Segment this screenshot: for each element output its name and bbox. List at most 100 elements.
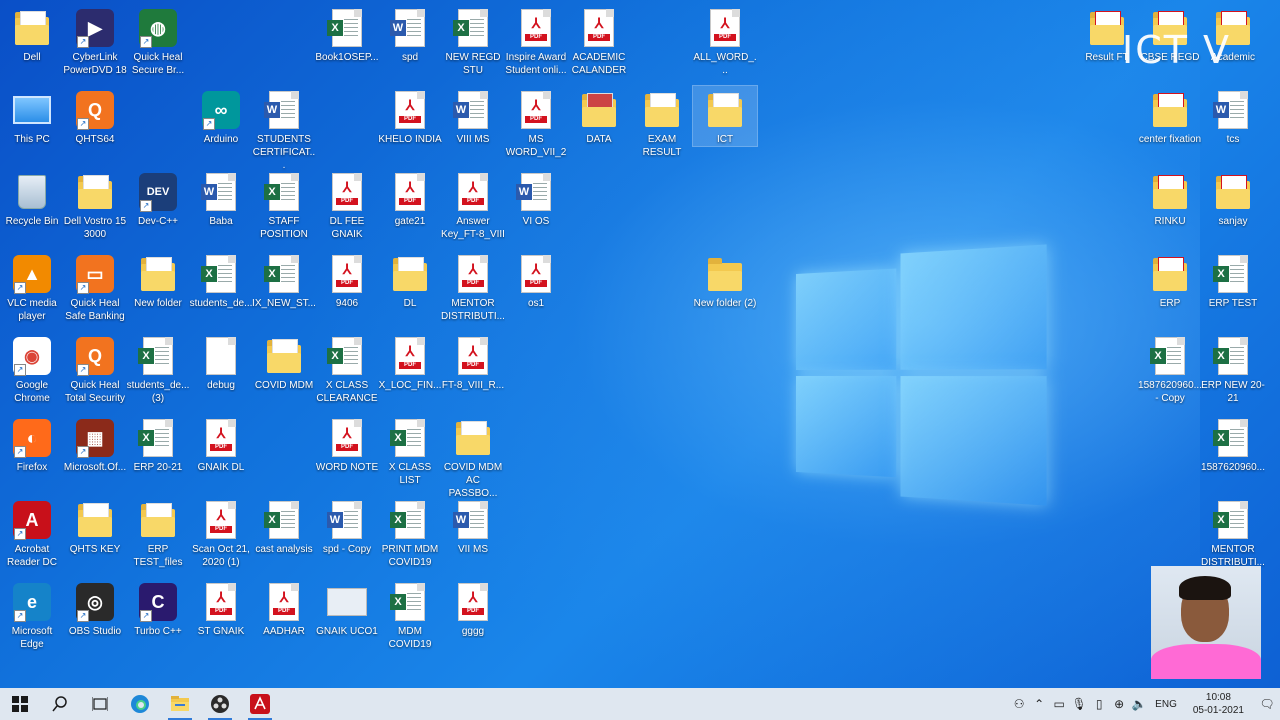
start-button[interactable] bbox=[0, 688, 40, 720]
acrobat-taskbar-button[interactable] bbox=[240, 688, 280, 720]
desktop-icon-inspire[interactable]: ⅄ PDF Inspire Award Student onli... bbox=[504, 4, 568, 77]
desktop-icon-qh-total[interactable]: Q ↗ Quick Heal Total Security bbox=[63, 332, 127, 405]
desktop-icon-ms-office[interactable]: ▦ ↗ Microsoft.Of... bbox=[63, 414, 127, 474]
desktop-icon-erp-2021[interactable]: X ERP 20-21 bbox=[126, 414, 190, 474]
network-icon[interactable]: ⊕ bbox=[1109, 688, 1129, 720]
file-explorer-taskbar-button[interactable] bbox=[160, 688, 200, 720]
search-button[interactable] bbox=[40, 688, 80, 720]
desktop-icon-word-note[interactable]: ⅄ PDF WORD NOTE bbox=[315, 414, 379, 474]
desktop-icon-cyberlink[interactable]: ▶ ↗ CyberLink PowerDVD 18 bbox=[63, 4, 127, 77]
desktop-icon-arduino[interactable]: ∞ ↗ Arduino bbox=[189, 86, 253, 146]
desktop-icon-9406[interactable]: ⅄ PDF 9406 bbox=[315, 250, 379, 310]
desktop-icon-students-de3[interactable]: Xstudents_de... (3) bbox=[126, 332, 190, 405]
pdf-file-icon: ⅄ PDF bbox=[521, 91, 551, 129]
desktop-icon-center-fix[interactable]: center fixation bbox=[1138, 86, 1202, 146]
desktop-icon-exam-result[interactable]: EXAM RESULT bbox=[630, 86, 694, 159]
desktop-icon-tcs[interactable]: Wtcs bbox=[1201, 86, 1265, 146]
desktop-icon-dell[interactable]: Dell bbox=[0, 4, 64, 64]
desktop-icon-gate21[interactable]: ⅄ PDF gate21 bbox=[378, 168, 442, 228]
desktop-icon-dl-fee[interactable]: ⅄ PDF DL FEE GNAIK bbox=[315, 168, 379, 241]
desktop-icon-all-word[interactable]: ⅄ PDF ALL_WORD_... bbox=[693, 4, 757, 77]
desktop-icon-erp[interactable]: ERP bbox=[1138, 250, 1202, 310]
desktop-icon-qh-safe[interactable]: ▭ ↗ Quick Heal Safe Banking bbox=[63, 250, 127, 323]
desktop-icon-quickheal-secure[interactable]: ◍ ↗ Quick Heal Secure Br... bbox=[126, 4, 190, 77]
desktop-icon-answer-key[interactable]: ⅄ PDF Answer Key_FT-8_VIII bbox=[441, 168, 505, 241]
desktop-icon-spd-copy[interactable]: Wspd - Copy bbox=[315, 496, 379, 556]
desktop-icon-gnaik-dl[interactable]: ⅄ PDF GNAIK DL bbox=[189, 414, 253, 474]
desktop-icon-qhts-key[interactable]: QHTS KEY bbox=[63, 496, 127, 556]
desktop-icon-khelo[interactable]: ⅄ PDF KHELO INDIA bbox=[378, 86, 442, 146]
desktop-icon-scan-oct[interactable]: ⅄ PDF Scan Oct 21, 2020 (1) bbox=[189, 496, 253, 569]
icon-graphic: X bbox=[1213, 500, 1253, 540]
people-icon[interactable]: ⚇ bbox=[1009, 688, 1029, 720]
desktop-icon-firefox[interactable]: ◐ ↗ Firefox bbox=[0, 414, 64, 474]
clock[interactable]: 10:08 05-01-2021 bbox=[1183, 691, 1254, 717]
desktop-icon-recycle[interactable]: Recycle Bin bbox=[0, 168, 64, 228]
desktop-icon-students-cert[interactable]: W STUDENTS CERTIFICAT... bbox=[252, 86, 316, 172]
desktop-icon-erp-test-files[interactable]: ERP TEST_files bbox=[126, 496, 190, 569]
desktop-icon-academic-cal[interactable]: ⅄ PDF ACADEMIC CALANDER bbox=[567, 4, 631, 77]
chevron-up-icon[interactable]: ⌃ bbox=[1029, 688, 1049, 720]
desktop-icon-mdm-covid[interactable]: X MDM COVID19 bbox=[378, 578, 442, 651]
desktop-icon-qhts64[interactable]: Q ↗ QHTS64 bbox=[63, 86, 127, 146]
desktop-icon-book1[interactable]: X Book1OSEP... bbox=[315, 4, 379, 64]
desktop-icon-print-mdm[interactable]: X PRINT MDM COVID19 bbox=[378, 496, 442, 569]
desktop-icon-spd[interactable]: Wspd bbox=[378, 4, 442, 64]
desktop-icon-devcpp[interactable]: DEV ↗ Dev-C++ bbox=[126, 168, 190, 228]
desktop-icon-turbo-c[interactable]: C ↗ Turbo C++ bbox=[126, 578, 190, 638]
desktop-icon-vlc[interactable]: ▲ ↗ VLC media player bbox=[0, 250, 64, 323]
desktop-icon-edge[interactable]: e ↗ Microsoft Edge bbox=[0, 578, 64, 651]
desktop-icon-vii-ms[interactable]: W VII MS bbox=[441, 496, 505, 556]
desktop-icon-new-folder-2[interactable]: New folder (2) bbox=[693, 250, 757, 310]
desktop-icon-gggg[interactable]: ⅄ PDF gggg bbox=[441, 578, 505, 638]
desktop-icon-covid-passbo[interactable]: COVID MDM AC PASSBO... bbox=[441, 414, 505, 500]
desktop-icon-vi-os[interactable]: W VI OS bbox=[504, 168, 568, 228]
desktop-icon-rinku[interactable]: RINKU bbox=[1138, 168, 1202, 228]
desktop-icon-dl[interactable]: DL bbox=[378, 250, 442, 310]
microphone-icon[interactable]: 🎙 bbox=[1069, 688, 1089, 720]
desktop-icon-staff-pos[interactable]: X STAFF POSITION bbox=[252, 168, 316, 241]
desktop-icon-baba[interactable]: W Baba bbox=[189, 168, 253, 228]
obs-taskbar-button[interactable] bbox=[200, 688, 240, 720]
desktop-icon-ix-new-st[interactable]: X IX_NEW_ST... bbox=[252, 250, 316, 310]
task-view-button[interactable] bbox=[80, 688, 120, 720]
desktop-icon-os1[interactable]: ⅄ PDF os1 bbox=[504, 250, 568, 310]
desktop-icon-num[interactable]: X 1587620960... bbox=[1201, 414, 1265, 474]
desktop-icon-ict[interactable]: ICT bbox=[693, 86, 757, 146]
desktop-icon-x-loc-fin[interactable]: ⅄ PDF X_LOC_FIN... bbox=[378, 332, 442, 392]
battery-icon[interactable]: ▯ bbox=[1089, 688, 1109, 720]
desktop-icon-obs[interactable]: ◎ ↗ OBS Studio bbox=[63, 578, 127, 638]
device-icon[interactable]: ▭ bbox=[1049, 688, 1069, 720]
desktop-icon-viii-ms[interactable]: W VIII MS bbox=[441, 86, 505, 146]
desktop-icon-mentor-dist2[interactable]: X MENTOR DISTRIBUTI... bbox=[1201, 496, 1265, 569]
desktop-icon-label: Microsoft Edge bbox=[0, 625, 64, 651]
desktop-icon-mentor-dist[interactable]: ⅄ PDF MENTOR DISTRIBUTI... bbox=[441, 250, 505, 323]
desktop-icon-erp-new[interactable]: X ERP NEW 20-21 bbox=[1201, 332, 1265, 405]
language-indicator[interactable]: ENG bbox=[1149, 699, 1183, 710]
desktop-icon-data[interactable]: DATA bbox=[567, 86, 631, 146]
desktop-icon-chrome[interactable]: ◉ ↗ Google Chrome bbox=[0, 332, 64, 405]
desktop-icon-new-folder[interactable]: New folder bbox=[126, 250, 190, 310]
icon-graphic: W bbox=[201, 172, 241, 212]
desktop-icon-dell-vostro[interactable]: Dell Vostro 15 3000 bbox=[63, 168, 127, 241]
desktop-icon-new-regd[interactable]: X NEW REGD STU bbox=[441, 4, 505, 77]
desktop-icon-x-class-clear[interactable]: X X CLASS CLEARANCE bbox=[315, 332, 379, 405]
desktop-icon-ft8-viii[interactable]: ⅄ PDF FT-8_VIII_R... bbox=[441, 332, 505, 392]
desktop-icon-students-de[interactable]: Xstudents_de... bbox=[189, 250, 253, 310]
desktop-icon-aadhar[interactable]: ⅄ PDF AADHAR bbox=[252, 578, 316, 638]
edge-taskbar-button[interactable] bbox=[120, 688, 160, 720]
desktop-icon-num-copy[interactable]: X 1587620960... - Copy bbox=[1138, 332, 1202, 405]
desktop-icon-this-pc[interactable]: This PC bbox=[0, 86, 64, 146]
desktop-icon-sanjay[interactable]: sanjay bbox=[1201, 168, 1265, 228]
desktop-icon-acrobat[interactable]: A ↗ Acrobat Reader DC bbox=[0, 496, 64, 569]
notification-icon[interactable]: 🗨 bbox=[1254, 688, 1280, 720]
desktop-icon-debug[interactable]: debug bbox=[189, 332, 253, 392]
desktop-icon-covid-mdm[interactable]: COVID MDM bbox=[252, 332, 316, 392]
desktop-icon-st-gnaik[interactable]: ⅄ PDF ST GNAIK bbox=[189, 578, 253, 638]
desktop-icon-x-class-list[interactable]: X X CLASS LIST bbox=[378, 414, 442, 487]
volume-icon[interactable]: 🔈 bbox=[1129, 688, 1149, 720]
desktop-icon-gnaik-uco[interactable]: GNAIK UCO1 bbox=[315, 578, 379, 638]
desktop-icon-cast-analysis[interactable]: Xcast analysis bbox=[252, 496, 316, 556]
desktop-icon-erp-test[interactable]: X ERP TEST bbox=[1201, 250, 1265, 310]
desktop-icon-ms-word-vii[interactable]: ⅄ PDF MS WORD_VII_2 bbox=[504, 86, 568, 159]
